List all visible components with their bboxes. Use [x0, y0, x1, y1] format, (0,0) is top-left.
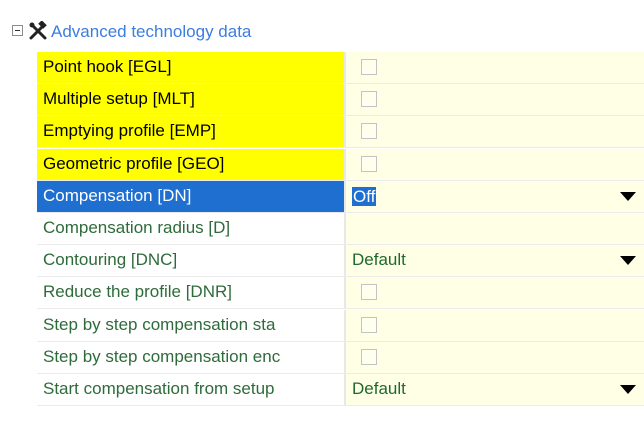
dropdown-arrow-icon[interactable] — [620, 256, 636, 265]
row-divider — [37, 147, 644, 148]
property-row[interactable]: Point hook [EGL] — [0, 52, 644, 84]
property-row[interactable]: Emptying profile [EMP] — [0, 116, 644, 148]
category-header[interactable]: Advanced technology data — [0, 18, 644, 46]
property-row[interactable]: Compensation [DN] Off — [0, 181, 644, 213]
property-value[interactable]: Default — [346, 374, 644, 405]
property-value[interactable] — [346, 116, 644, 147]
property-value[interactable]: Off — [346, 181, 644, 212]
category-title: Advanced technology data — [51, 22, 252, 41]
property-value[interactable]: Default — [346, 245, 644, 276]
collapse-icon[interactable] — [12, 25, 23, 36]
row-divider — [37, 405, 644, 406]
property-label[interactable]: Geometric profile [GEO] — [37, 149, 344, 180]
checkbox[interactable] — [361, 349, 377, 365]
checkbox[interactable] — [361, 317, 377, 333]
text-value-field[interactable] — [346, 213, 644, 244]
property-label[interactable]: Start compensation from setup — [37, 374, 344, 405]
checkbox[interactable] — [361, 156, 377, 172]
property-label[interactable]: Compensation [DN] — [37, 181, 344, 212]
tools-icon — [29, 21, 47, 40]
property-row[interactable]: Contouring [DNC] Default — [0, 245, 644, 277]
property-label[interactable]: Point hook [EGL] — [37, 52, 344, 83]
property-value[interactable] — [346, 277, 644, 308]
property-row[interactable]: Start compensation from setup Default — [0, 374, 644, 406]
combo-value[interactable]: Off — [352, 187, 377, 206]
property-row[interactable]: Compensation radius [D] — [0, 213, 644, 245]
property-row[interactable]: Geometric profile [GEO] — [0, 149, 644, 181]
property-label[interactable]: Compensation radius [D] — [37, 213, 344, 244]
combo-value[interactable]: Default — [352, 374, 406, 404]
checkbox[interactable] — [361, 59, 377, 75]
property-value[interactable] — [346, 342, 644, 373]
row-divider — [37, 308, 644, 309]
property-row[interactable]: Multiple setup [MLT] — [0, 84, 644, 116]
property-value[interactable] — [346, 310, 644, 341]
property-value[interactable] — [346, 84, 644, 115]
property-label[interactable]: Emptying profile [EMP] — [37, 116, 344, 147]
property-label[interactable]: Step by step compensation enc — [37, 342, 344, 373]
property-row[interactable]: Step by step compensation enc — [0, 342, 644, 374]
property-label[interactable]: Contouring [DNC] — [37, 245, 344, 276]
property-value[interactable] — [346, 149, 644, 180]
property-grid: Advanced technology data Point hook [EGL… — [0, 0, 644, 439]
dropdown-arrow-icon[interactable] — [620, 385, 636, 394]
property-label[interactable]: Step by step compensation sta — [37, 310, 344, 341]
property-label[interactable]: Reduce the profile [DNR] — [37, 277, 344, 308]
checkbox[interactable] — [361, 284, 377, 300]
property-row[interactable]: Reduce the profile [DNR] — [0, 277, 644, 309]
combo-value[interactable]: Default — [352, 245, 406, 275]
dropdown-arrow-icon[interactable] — [620, 192, 636, 201]
checkbox[interactable] — [361, 123, 377, 139]
property-label[interactable]: Multiple setup [MLT] — [37, 84, 344, 115]
checkbox[interactable] — [361, 91, 377, 107]
property-row[interactable]: Step by step compensation sta — [0, 310, 644, 342]
property-value[interactable] — [346, 52, 644, 83]
